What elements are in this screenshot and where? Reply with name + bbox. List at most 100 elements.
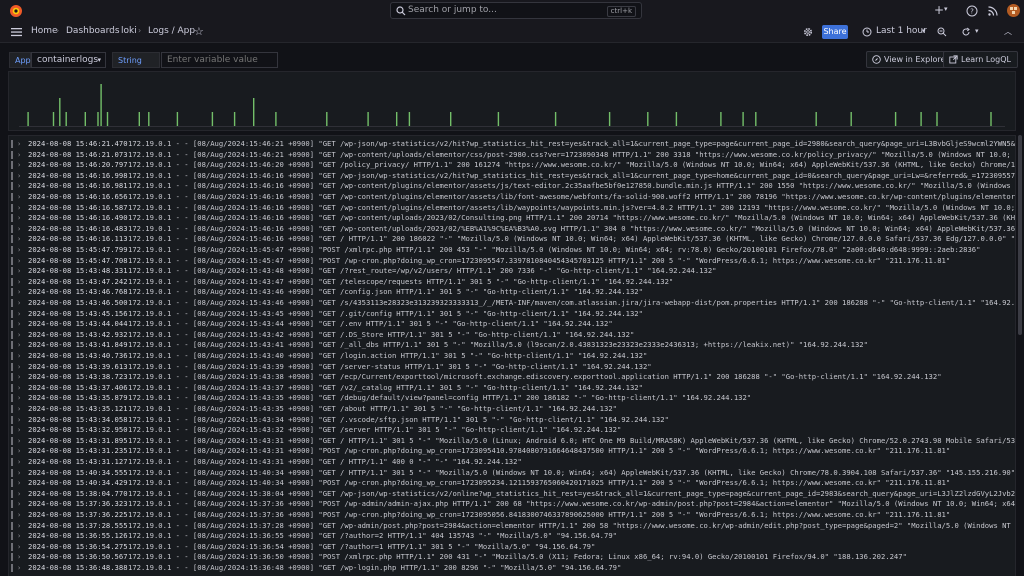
chevron-right-icon[interactable]: ›	[17, 393, 21, 404]
log-row[interactable]: › 2024-08-08 15:43:31.895 172.19.0.1 - - […	[9, 436, 1015, 447]
log-row[interactable]: › 2024-08-08 15:46:16.113 172.19.0.1 - - […	[9, 234, 1015, 245]
log-row[interactable]: › 2024-08-08 15:43:46.768 172.19.0.1 - - […	[9, 287, 1015, 298]
breadcrumb-folder[interactable]: loki	[121, 26, 137, 36]
chevron-right-icon[interactable]: ›	[17, 330, 21, 341]
log-row[interactable]: › 2024-08-08 15:46:16.998 172.19.0.1 - - […	[9, 171, 1015, 182]
log-row[interactable]: › 2024-08-08 15:37:36.323 172.19.0.1 - - […	[9, 499, 1015, 510]
chevron-right-icon[interactable]: ›	[17, 415, 21, 426]
chevron-right-icon[interactable]: ›	[17, 457, 21, 468]
log-row[interactable]: › 2024-08-08 15:46:16.981 172.19.0.1 - - […	[9, 181, 1015, 192]
learn-logql-button[interactable]: Learn LogQL	[943, 51, 1018, 68]
chevron-right-icon[interactable]: ›	[17, 521, 21, 532]
log-row[interactable]: › 2024-08-08 15:46:21.470 172.19.0.1 - - […	[9, 139, 1015, 150]
log-row[interactable]: › 2024-08-08 15:38:04.770 172.19.0.1 - - […	[9, 489, 1015, 500]
chevron-up-icon[interactable]: ︿	[1004, 26, 1012, 37]
logs-scrollbar[interactable]	[1018, 135, 1022, 335]
chevron-right-icon[interactable]: ›	[17, 298, 21, 309]
add-button[interactable]: +	[934, 3, 944, 17]
share-button[interactable]: Share	[822, 25, 848, 39]
chevron-right-icon[interactable]: ›	[17, 372, 21, 383]
chevron-right-icon[interactable]: ›	[17, 309, 21, 320]
log-row[interactable]: › 2024-08-08 15:45:47.799 172.19.0.1 - - […	[9, 245, 1015, 256]
help-icon[interactable]: ?	[966, 5, 978, 17]
chevron-right-icon[interactable]: ›	[17, 552, 21, 563]
log-row[interactable]: › 2024-08-08 15:46:21.073 172.19.0.1 - - […	[9, 150, 1015, 161]
log-row[interactable]: › 2024-08-08 15:37:28.555 172.19.0.1 - - […	[9, 521, 1015, 532]
log-row[interactable]: › 2024-08-08 15:43:38.723 172.19.0.1 - - […	[9, 372, 1015, 383]
chevron-right-icon[interactable]: ›	[17, 213, 21, 224]
chevron-right-icon[interactable]: ›	[17, 160, 21, 171]
chevron-right-icon[interactable]: ›	[17, 478, 21, 489]
log-row[interactable]: › 2024-08-08 15:43:32.950 172.19.0.1 - - […	[9, 425, 1015, 436]
zoom-out-icon[interactable]	[937, 27, 947, 37]
chevron-right-icon[interactable]: ›	[17, 531, 21, 542]
chevron-right-icon[interactable]: ›	[17, 171, 21, 182]
chevron-right-icon[interactable]: ›	[17, 245, 21, 256]
time-range-picker[interactable]: Last 1 hour	[876, 26, 927, 36]
chevron-right-icon[interactable]: ›	[17, 446, 21, 457]
chevron-right-icon[interactable]: ›	[17, 542, 21, 553]
log-row[interactable]: › 2024-08-08 15:46:16.656 172.19.0.1 - - […	[9, 192, 1015, 203]
chevron-right-icon[interactable]: ›	[17, 425, 21, 436]
chevron-right-icon[interactable]: ›	[17, 224, 21, 235]
view-in-explore-button[interactable]: View in Explore	[866, 51, 953, 68]
app-variable-select[interactable]: containerlogs ▾	[31, 52, 106, 68]
chevron-right-icon[interactable]: ›	[17, 362, 21, 373]
log-row[interactable]: › 2024-08-08 15:43:37.406 172.19.0.1 - - […	[9, 383, 1015, 394]
chevron-right-icon[interactable]: ›	[17, 203, 21, 214]
chevron-right-icon[interactable]: ›	[17, 181, 21, 192]
chevron-right-icon[interactable]: ›	[17, 277, 21, 288]
log-row[interactable]: › 2024-08-08 15:36:50.567 172.19.0.1 - - […	[9, 552, 1015, 563]
log-row[interactable]: › 2024-08-08 15:36:48.388 172.19.0.1 - - […	[9, 563, 1015, 574]
chevron-right-icon[interactable]: ›	[17, 266, 21, 277]
log-row[interactable]: › 2024-08-08 15:37:36.225 172.19.0.1 - - […	[9, 510, 1015, 521]
log-row[interactable]: › 2024-08-08 15:43:45.156 172.19.0.1 - - […	[9, 309, 1015, 320]
log-row[interactable]: › 2024-08-08 15:43:35.879 172.19.0.1 - - […	[9, 393, 1015, 404]
chevron-right-icon[interactable]: ›	[17, 139, 21, 150]
chevron-right-icon[interactable]: ›	[17, 468, 21, 479]
log-row[interactable]: › 2024-08-08 15:43:39.613 172.19.0.1 - - […	[9, 362, 1015, 373]
log-row[interactable]: › 2024-08-08 15:45:47.708 172.19.0.1 - - […	[9, 256, 1015, 267]
chevron-right-icon[interactable]: ›	[17, 319, 21, 330]
log-row[interactable]: › 2024-08-08 15:43:48.331 172.19.0.1 - - […	[9, 266, 1015, 277]
search-bar[interactable]: Search or jump to... ctrl+k	[390, 2, 642, 19]
log-row[interactable]: › 2024-08-08 15:46:20.797 172.19.0.1 - - […	[9, 160, 1015, 171]
log-row[interactable]: › 2024-08-08 15:40:34.429 172.19.0.1 - - […	[9, 478, 1015, 489]
chevron-right-icon[interactable]: ›	[17, 351, 21, 362]
chevron-right-icon[interactable]: ›	[17, 150, 21, 161]
settings-icon[interactable]	[803, 27, 813, 37]
log-row[interactable]: › 2024-08-08 15:43:31.235 172.19.0.1 - - […	[9, 446, 1015, 457]
chevron-right-icon[interactable]: ›	[17, 192, 21, 203]
news-feed-icon[interactable]	[987, 5, 999, 17]
chevron-right-icon[interactable]: ›	[17, 256, 21, 267]
grafana-logo-icon[interactable]	[9, 4, 23, 18]
star-icon[interactable]: ☆	[194, 25, 204, 38]
chevron-right-icon[interactable]: ›	[17, 499, 21, 510]
chevron-right-icon[interactable]: ›	[17, 287, 21, 298]
chevron-down-icon[interactable]: ▾	[975, 27, 979, 35]
user-avatar[interactable]	[1007, 4, 1020, 17]
chevron-right-icon[interactable]: ›	[17, 383, 21, 394]
log-row[interactable]: › 2024-08-08 15:46:16.483 172.19.0.1 - - […	[9, 224, 1015, 235]
log-row[interactable]: › 2024-08-08 15:43:31.127 172.19.0.1 - - […	[9, 457, 1015, 468]
chevron-right-icon[interactable]: ›	[17, 234, 21, 245]
menu-icon[interactable]	[11, 27, 22, 37]
chevron-right-icon[interactable]: ›	[17, 436, 21, 447]
refresh-icon[interactable]	[961, 27, 971, 37]
log-row[interactable]: › 2024-08-08 15:43:40.736 172.19.0.1 - - […	[9, 351, 1015, 362]
log-row[interactable]: › 2024-08-08 15:43:41.849 172.19.0.1 - - […	[9, 340, 1015, 351]
string-match-input[interactable]	[161, 52, 278, 68]
log-row[interactable]: › 2024-08-08 15:43:34.058 172.19.0.1 - - […	[9, 415, 1015, 426]
chevron-down-icon[interactable]: ▾	[922, 27, 926, 35]
log-row[interactable]: › 2024-08-08 15:43:44.044 172.19.0.1 - - […	[9, 319, 1015, 330]
log-row[interactable]: › 2024-08-08 15:40:34.555 172.19.0.1 - - […	[9, 468, 1015, 479]
log-row[interactable]: › 2024-08-08 15:43:47.242 172.19.0.1 - - […	[9, 277, 1015, 288]
chevron-right-icon[interactable]: ›	[17, 563, 21, 574]
log-row[interactable]: › 2024-08-08 15:43:35.121 172.19.0.1 - - […	[9, 404, 1015, 415]
log-row[interactable]: › 2024-08-08 15:36:54.275 172.19.0.1 - - […	[9, 542, 1015, 553]
log-row[interactable]: › 2024-08-08 15:46:16.587 172.19.0.1 - - […	[9, 203, 1015, 214]
breadcrumb-home[interactable]: Home	[31, 26, 58, 36]
log-row[interactable]: › 2024-08-08 15:43:42.932 172.19.0.1 - - […	[9, 330, 1015, 341]
chevron-right-icon[interactable]: ›	[17, 404, 21, 415]
chevron-right-icon[interactable]: ›	[17, 489, 21, 500]
